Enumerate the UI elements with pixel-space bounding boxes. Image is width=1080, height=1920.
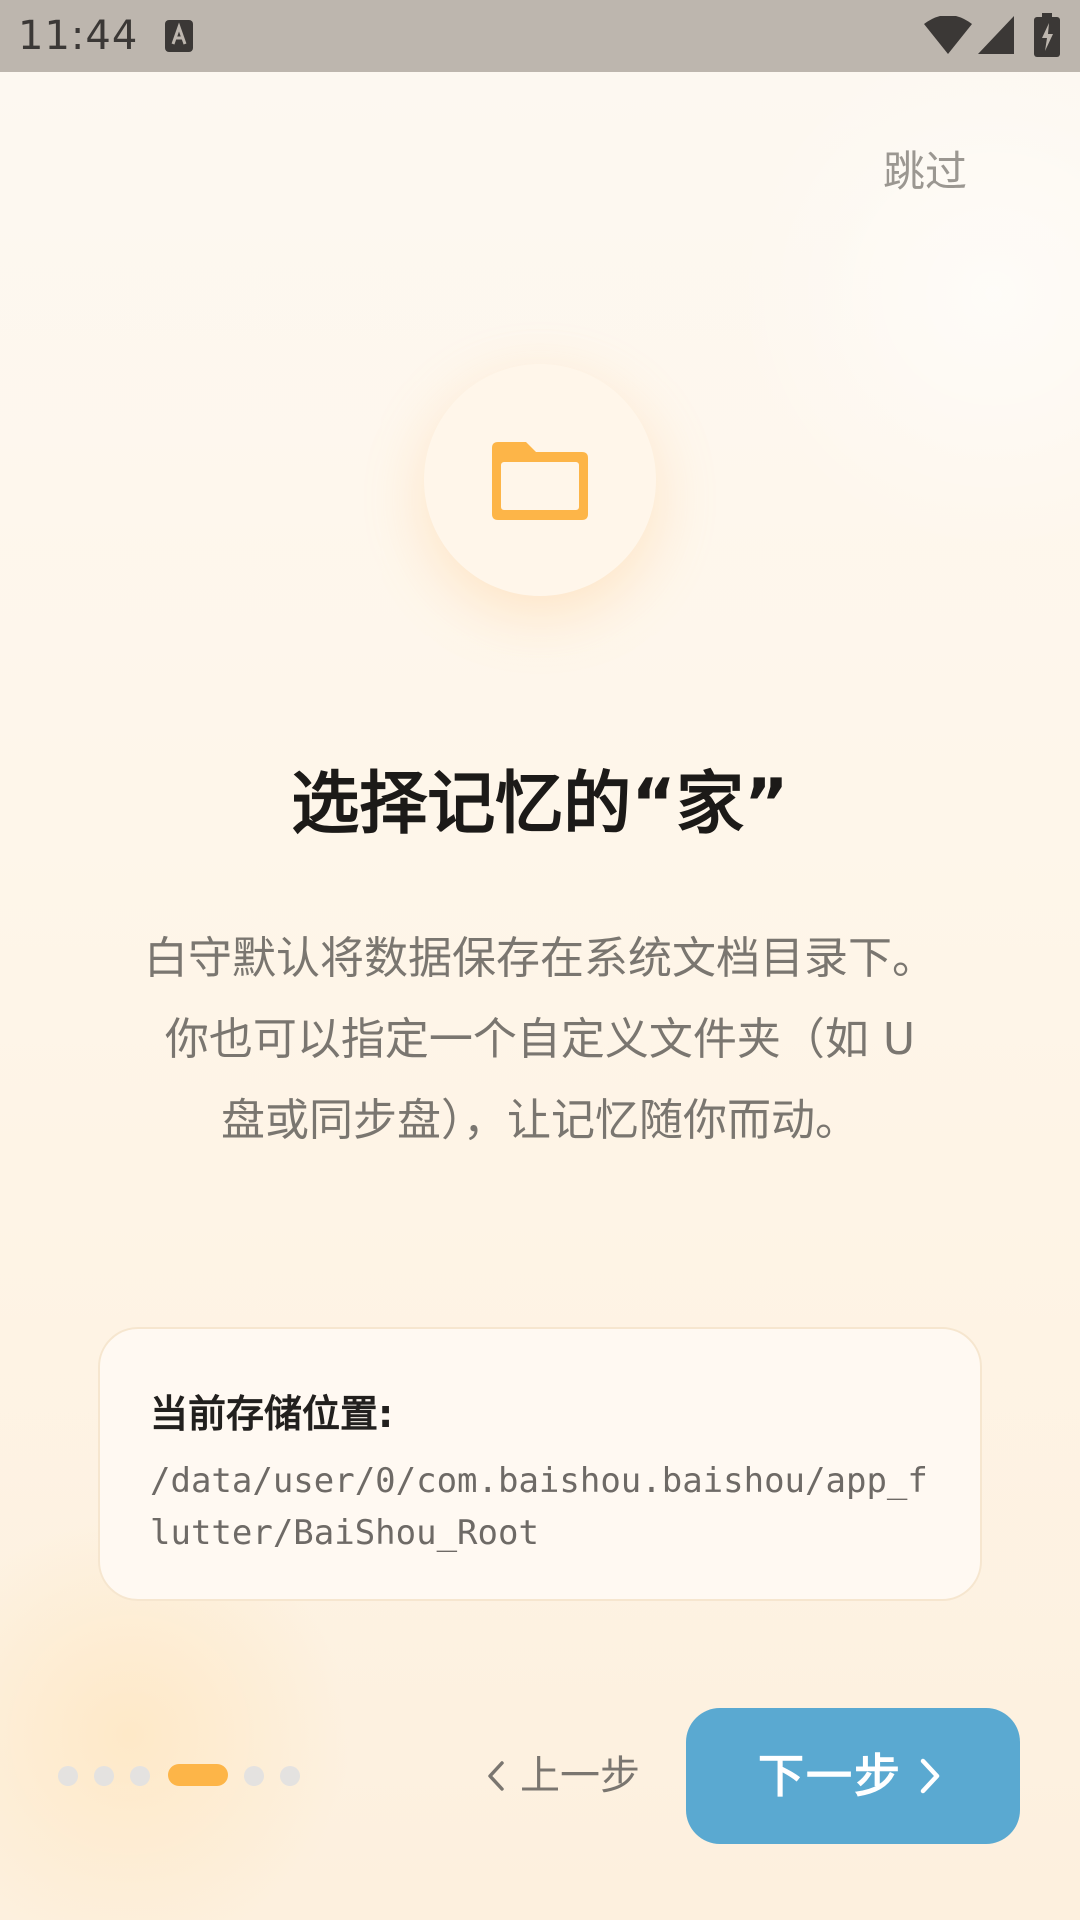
status-time: 11:44 <box>18 13 139 59</box>
storage-location-label: 当前存储位置: <box>150 1392 394 1436</box>
battery-icon <box>1034 13 1060 57</box>
next-button[interactable]: 下一步 <box>686 1708 1020 1844</box>
description-text: 白守默认将数据保存在系统文档目录下。你也可以指定一个自定义文件夹（如 U 盘或同… <box>144 933 936 1146</box>
storage-location-path: /data/user/0/com.baishou.baishou/app_flu… <box>150 1461 928 1553</box>
status-bar: 11:44 <box>0 0 1080 72</box>
page-dot <box>130 1766 150 1786</box>
signal-icon <box>978 16 1014 54</box>
page-dot <box>280 1766 300 1786</box>
storage-location-card[interactable]: 当前存储位置: /data/user/0/com.baishou.baishou… <box>98 1327 982 1601</box>
page-indicator <box>58 1764 308 1788</box>
page-dot <box>244 1766 264 1786</box>
page-dot <box>58 1766 78 1786</box>
skip-button[interactable]: 跳过 <box>860 140 990 204</box>
next-button-label: 下一步 <box>758 1749 902 1803</box>
keyboard-indicator-icon <box>165 20 193 52</box>
page-dot <box>94 1766 114 1786</box>
chevron-right-icon <box>920 1758 940 1794</box>
back-button-label: 上一步 <box>520 1753 640 1799</box>
back-button[interactable]: 上一步 <box>480 1746 650 1806</box>
page-title: 选择记忆的“家” <box>291 765 789 844</box>
folder-icon <box>492 442 588 520</box>
wifi-icon <box>924 16 972 54</box>
page-dot-active <box>168 1764 228 1786</box>
chevron-left-icon <box>488 1761 504 1791</box>
